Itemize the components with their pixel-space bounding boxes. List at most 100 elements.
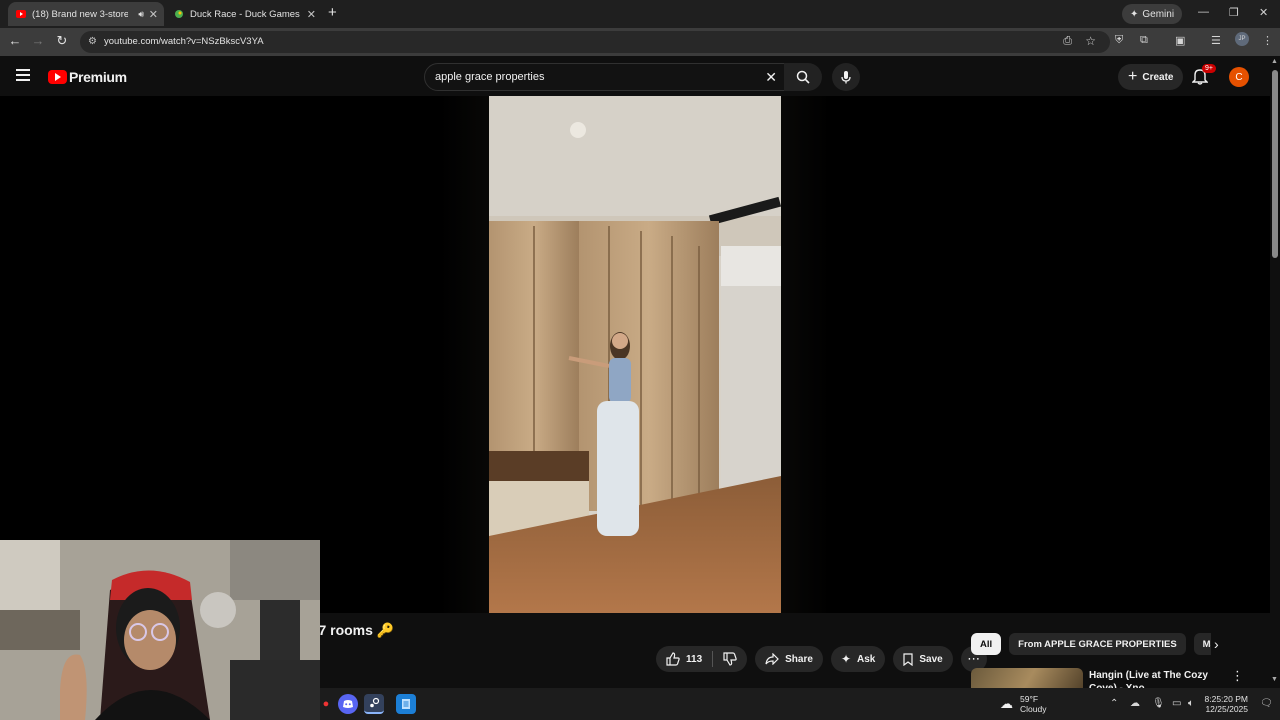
duck-favicon-icon [174,9,184,19]
browser-tab-strip: (18) Brand new 3-storey 🔊︎ ✕ Duck Race -… [0,0,1280,28]
page-scrollbar[interactable]: ▲ ▼ [1270,56,1280,688]
clock-date: 12/25/2025 [1205,704,1248,714]
weather-widget[interactable]: 59°F Cloudy [1020,694,1046,714]
plus-icon: + [1128,68,1138,85]
recommendation-menu-icon[interactable]: ⋮ [1231,668,1244,684]
youtube-header: Premium apple grace properties ✕ + Creat… [0,56,1270,96]
share-button[interactable]: Share [755,646,823,672]
like-dislike-group: 113 [656,646,748,672]
save-button[interactable]: Save [893,646,953,672]
video-scene-image [489,96,781,613]
address-bar[interactable]: ⚙︎ youtube.com/watch?v=NSzBkscV3YA ⎙ ☆ [80,31,1110,53]
chevron-right-icon[interactable]: › [1214,636,1219,652]
volume-icon[interactable]: 🔈︎ [1188,698,1194,709]
ask-label: Ask [857,653,876,665]
notepad-icon[interactable] [396,694,416,714]
forward-arrow-icon[interactable]: → [29,33,47,48]
browser-toolbar: ← → ↻ ⚙︎ youtube.com/watch?v=NSzBkscV3YA… [0,28,1280,56]
scrollbar-thumb[interactable] [1272,70,1278,258]
reading-list-icon[interactable]: ☰ [1211,34,1221,47]
recommended-title[interactable]: Hangin (Live at The Cozy Cove) - Xno [1089,669,1227,688]
site-settings-icon[interactable]: ⚙︎ [88,36,97,47]
search-query: apple grace properties [435,71,545,83]
youtube-favicon-icon [16,9,26,19]
webcam-overlay [0,540,320,720]
like-count: 113 [686,653,703,665]
webcam-image [0,540,320,720]
extensions-puzzle-icon[interactable]: ⧉ [1140,34,1148,47]
weather-desc: Cloudy [1020,704,1047,714]
youtube-play-icon [48,70,67,84]
create-button[interactable]: + Create [1118,64,1184,90]
video-frame[interactable] [489,96,781,613]
voice-search-button[interactable] [832,63,860,91]
new-tab-button[interactable]: + [328,5,337,21]
url-text: youtube.com/watch?v=NSzBkscV3YA [104,36,264,47]
gemini-label: Gemini [1142,8,1175,20]
tab-label: (18) Brand new 3-storey [32,8,128,20]
clock-time: 8:25:20 PM [1204,694,1248,704]
browser-menu-icon[interactable]: ⋮ [1262,34,1273,47]
video-player[interactable] [0,96,1270,613]
gemini-button[interactable]: ✦ Gemini [1122,4,1183,24]
video-actions: 113 Share ✦ Ask Save ⋯ [656,646,987,672]
hamburger-menu-icon[interactable] [16,69,30,84]
recording-app-icon[interactable]: ● [316,694,336,714]
chip-from-channel[interactable]: From APPLE GRACE PROPERTIES [1009,633,1186,655]
reload-icon[interactable]: ↻ [53,33,71,49]
tab-youtube[interactable]: (18) Brand new 3-storey 🔊︎ ✕ [8,2,164,26]
window-close-icon[interactable]: ✕ [1259,6,1268,19]
split-view-icon[interactable]: ▣ [1175,34,1185,47]
discord-icon[interactable] [338,694,358,714]
create-label: Create [1142,71,1174,83]
scroll-up-arrow-icon[interactable]: ▲ [1271,58,1278,65]
share-arrow-icon [765,653,779,665]
microphone-icon [841,71,851,84]
shield-extension-icon[interactable]: ⛨ [1115,34,1123,47]
thumbs-down-icon [723,652,737,666]
minimize-icon[interactable]: — [1198,6,1209,18]
account-avatar[interactable]: C [1229,67,1249,87]
tray-chevron-up-icon[interactable]: ⌃ [1110,698,1118,709]
weather-temp: 59°F [1020,694,1039,704]
speaker-icon[interactable]: 🔊︎ [138,9,144,20]
back-arrow-icon[interactable]: ← [6,33,24,48]
restore-icon[interactable]: ❐ [1229,6,1239,19]
onedrive-icon[interactable]: ☁︎ [1130,698,1140,709]
save-label: Save [919,653,943,665]
microphone-tray-icon[interactable]: 🎙︎ [1152,698,1165,709]
search-icon [796,70,810,84]
chip-all[interactable]: All [971,633,1002,655]
bookmark-star-icon[interactable]: ☆ [1085,34,1096,48]
clear-search-icon[interactable]: ✕ [765,69,777,86]
ask-button[interactable]: ✦ Ask [830,646,886,672]
notification-center-icon[interactable]: 🗨︎ [1260,698,1273,709]
bookmark-icon [903,652,913,666]
profile-avatar-icon[interactable]: JP [1235,32,1249,46]
install-app-icon[interactable]: ⎙ [1063,35,1072,48]
steam-icon[interactable] [364,694,384,714]
cloud-weather-icon: ☁︎ [1000,696,1013,711]
notification-badge: 9+ [1202,64,1216,73]
dislike-button[interactable] [713,646,747,672]
search-input[interactable]: apple grace properties ✕ [424,63,786,91]
network-icon[interactable]: ▭ [1172,698,1181,709]
tab-duck-race[interactable]: Duck Race - Duck Games ✕ [166,2,322,26]
windows-taskbar: ● ☁︎ 59°F Cloudy ⌃ ☁︎ 🎙︎ ▭ 🔈︎ 8:25:20 PM… [320,688,1280,720]
recommended-thumbnail[interactable] [971,668,1083,688]
close-tab-icon[interactable]: ✕ [307,8,316,21]
chip-mansion[interactable]: Mansi [1193,633,1211,655]
like-button[interactable]: 113 [656,646,712,672]
search-button[interactable] [784,63,822,91]
thumbs-up-icon [666,652,680,666]
recommendation-chips: All From APPLE GRACE PROPERTIES Mansi [971,633,1211,655]
scroll-down-arrow-icon[interactable]: ▼ [1271,676,1278,683]
logo-brand-text: Premium [69,69,127,85]
system-clock[interactable]: 8:25:20 PM 12/25/2025 [1200,694,1248,714]
sparkle-icon: ✦ [1130,8,1139,20]
sparkle-icon: ✦ [840,652,851,666]
recommended-video[interactable]: Hangin (Live at The Cozy Cove) - Xno ⋮ [971,666,1271,688]
youtube-logo[interactable]: Premium [48,69,127,85]
close-tab-icon[interactable]: ✕ [149,8,158,21]
share-label: Share [785,653,813,665]
